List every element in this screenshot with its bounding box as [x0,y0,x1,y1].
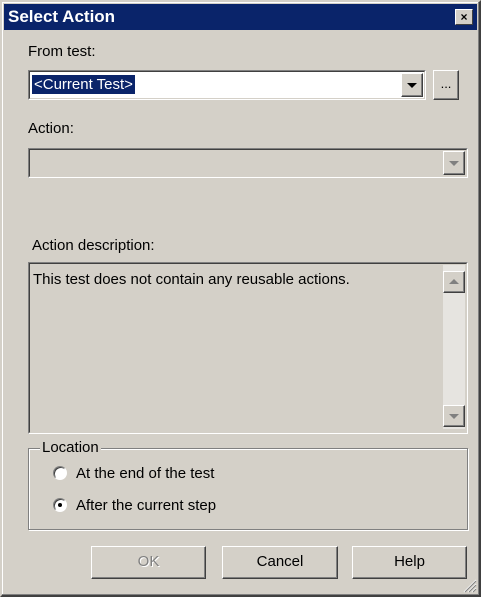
select-action-dialog: Select Action × From test: <Current Test… [0,0,481,597]
ok-button[interactable]: OK [91,546,206,579]
action-label: Action: [28,120,74,137]
description-scrollbar[interactable] [443,265,465,429]
chevron-up-icon [449,279,459,284]
action-description-textarea[interactable]: This test does not contain any reusable … [28,262,468,434]
action-description-text: This test does not contain any reusable … [33,271,350,288]
chevron-down-icon [407,83,417,88]
scroll-up-button[interactable] [443,271,465,293]
radio-end-of-test[interactable]: At the end of the test [52,465,312,485]
action-description-label: Action description: [32,237,155,254]
radio-button[interactable] [53,466,67,480]
radio-label: After the current step [76,497,217,514]
radio-selected-dot [58,503,62,507]
close-icon[interactable]: × [455,9,473,25]
radio-label: At the end of the test [76,465,215,482]
from-test-label: From test: [28,43,96,60]
scroll-down-button[interactable] [443,405,465,427]
location-legend: Location [40,439,101,457]
from-test-value: <Current Test> [32,75,135,94]
chevron-down-icon [449,161,459,166]
window-title: Select Action [8,7,116,26]
location-groupbox [28,448,468,530]
radio-after-current-step[interactable]: After the current step [52,497,312,517]
resize-grip-icon[interactable] [461,577,477,593]
title-bar[interactable]: Select Action × [4,4,477,30]
from-test-dropdown-button[interactable] [401,73,423,97]
radio-button[interactable] [53,498,67,512]
from-test-combobox[interactable]: <Current Test> [28,70,426,100]
browse-test-button[interactable]: ... [433,70,459,100]
action-combobox[interactable] [28,148,468,178]
help-button[interactable]: Help [352,546,467,579]
chevron-down-icon [449,414,459,419]
cancel-button[interactable]: Cancel [222,546,338,579]
action-dropdown-button[interactable] [443,151,465,175]
